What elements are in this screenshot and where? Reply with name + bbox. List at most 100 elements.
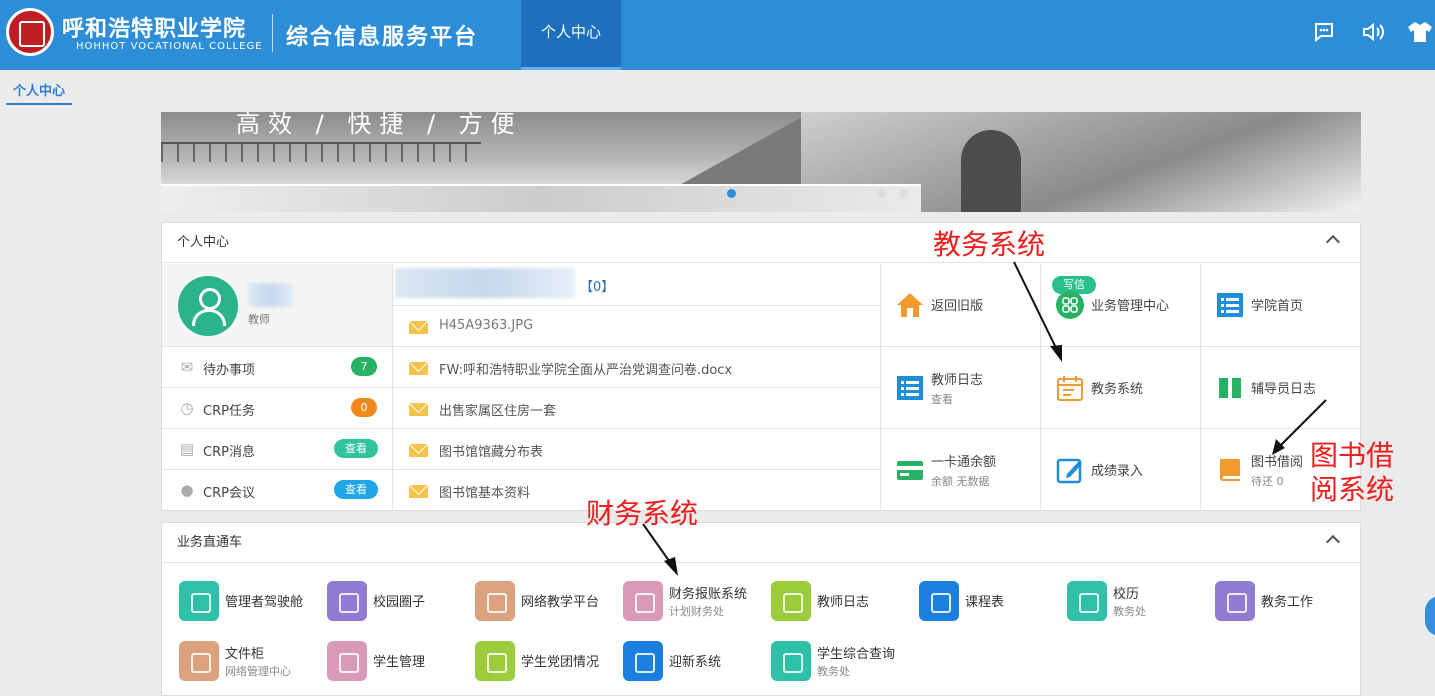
stat-row-todo[interactable]: ✉ 待办事项 7 [162, 346, 393, 387]
annotation-academic: 教务系统 [933, 228, 1046, 261]
app-title: 管理者驾驶舱 [225, 595, 304, 610]
collapse-icon[interactable] [1325, 234, 1341, 250]
house-icon [897, 293, 923, 317]
shortcut-card-balance[interactable]: 一卡通余额 余额 无数据 [880, 428, 1040, 510]
carousel-dot[interactable] [727, 189, 736, 198]
subtab-personal-center[interactable]: 个人中心 [6, 80, 72, 105]
app-campus-circle[interactable]: 校园圈子 [327, 578, 475, 624]
app-subtitle: 网络管理中心 [225, 665, 291, 678]
blurred-mailbox [395, 268, 575, 298]
app-student-party[interactable]: 学生党团情况 [475, 638, 623, 684]
mail-item[interactable]: 图书馆馆藏分布表 [393, 428, 880, 469]
platform-title: 综合信息服务平台 [286, 25, 479, 50]
shirt-icon[interactable] [1407, 20, 1433, 46]
app-online-teaching[interactable]: 网络教学平台 [475, 578, 623, 624]
app-title: 财务报账系统 [669, 587, 748, 602]
app-subtitle: 教务处 [1113, 605, 1146, 618]
shortcut-counselor-log[interactable]: 辅导员日志 [1200, 346, 1360, 428]
mail-envelope-icon [409, 362, 428, 375]
blurred-username [248, 283, 294, 307]
person-icon [771, 581, 811, 621]
stat-row-crp-message[interactable]: ▤ CRP消息 查看 [162, 428, 393, 469]
card-icon [897, 461, 923, 480]
mail-subject: 图书馆基本资料 [439, 486, 531, 501]
book-icon [1220, 459, 1240, 481]
app-manager-cockpit[interactable]: 管理者驾驶舱 [179, 578, 327, 624]
board-icon [771, 641, 811, 681]
mail-item[interactable]: 出售家属区住房一套 [393, 387, 880, 428]
float-button[interactable] [1425, 596, 1435, 636]
app-student-query[interactable]: 学生综合查询 教务处 [771, 638, 919, 684]
shortcut-subtitle: 余额 无数据 [931, 475, 990, 488]
mail-subject: 图书馆馆藏分布表 [439, 445, 544, 460]
carousel-dot[interactable] [877, 189, 886, 198]
mail-envelope-icon [409, 321, 428, 334]
mail-subject: FW:呼和浩特职业学院全面从严治党调查问卷.docx [439, 363, 733, 378]
calendar-icon [1057, 376, 1083, 401]
tab-personal-center[interactable]: 个人中心 [521, 0, 621, 70]
app-finance-reimburse[interactable]: 财务报账系统 计划财务处 [623, 578, 771, 624]
panel-title: 业务直通车 [177, 535, 243, 550]
collapse-icon[interactable] [1325, 534, 1341, 550]
banner-carousel[interactable]: 高效 / 快捷 / 方便 [161, 112, 1361, 212]
avatar[interactable] [178, 276, 238, 336]
app-title: 学生管理 [373, 655, 426, 670]
shortcut-subtitle: 待还 0 [1251, 475, 1284, 488]
app-academic-work[interactable]: 教务工作 [1215, 578, 1363, 624]
stat-row-crp-meeting[interactable]: ● CRP会议 查看 [162, 469, 393, 510]
clock-icon: ◷ [180, 399, 194, 417]
shortcut-grade-entry[interactable]: 成绩录入 [1040, 428, 1200, 510]
stat-row-crp-task[interactable]: ◷ CRP任务 0 [162, 387, 393, 428]
chat-icon[interactable] [1311, 20, 1337, 46]
mail-count: 【0】 [580, 280, 615, 295]
monitor-icon [179, 581, 219, 621]
board-icon [919, 581, 959, 621]
mail-subject: H45A9363.JPG [439, 318, 534, 333]
shortcut-return-old[interactable]: 返回旧版 [880, 264, 1040, 346]
stat-label: 待办事项 [203, 363, 256, 378]
app-title: 校历 [1113, 587, 1140, 602]
shortcut-college-home[interactable]: 学院首页 [1200, 264, 1360, 346]
view-button[interactable]: 查看 [334, 439, 378, 458]
app-teacher-log[interactable]: 教师日志 [771, 578, 919, 624]
screen-icon [475, 581, 515, 621]
app-timetable[interactable]: 课程表 [919, 578, 1067, 624]
list-icon [897, 376, 923, 400]
shortcut-teacher-log[interactable]: 教师日志 查看 [880, 346, 1040, 428]
mail-envelope-icon [409, 403, 428, 416]
speaker-icon[interactable] [1360, 20, 1386, 46]
annotation-library: 图书借阅系统 [1310, 439, 1395, 506]
calendar-icon [1067, 581, 1107, 621]
shortcut-title: 学院首页 [1251, 299, 1304, 314]
shortcut-academic-system[interactable]: 教务系统 [1040, 346, 1200, 428]
student-icon [327, 641, 367, 681]
stat-badge: 0 [351, 398, 377, 417]
mail-item[interactable]: FW:呼和浩特职业学院全面从严治党调查问卷.docx [393, 346, 880, 387]
comment-icon: ● [180, 481, 194, 499]
app-enrollment[interactable]: 迎新系统 [623, 638, 771, 684]
shortcut-business-center[interactable]: 业务管理中心 [1040, 264, 1200, 346]
money-bag-icon [623, 581, 663, 621]
app-school-calendar[interactable]: 校历 教务处 [1067, 578, 1215, 624]
edit-icon [1056, 458, 1082, 484]
stat-badge: 7 [351, 357, 377, 376]
view-button[interactable]: 查看 [334, 480, 378, 499]
app-student-management[interactable]: 学生管理 [327, 638, 475, 684]
mail-item[interactable]: H45A9363.JPG [393, 305, 880, 346]
shortcut-title: 教务系统 [1091, 382, 1144, 397]
graduation-cap-icon [623, 641, 663, 681]
carousel-dot[interactable] [899, 189, 908, 198]
shortcut-title: 业务管理中心 [1091, 299, 1170, 314]
stat-label: CRP会议 [203, 486, 255, 501]
mail-envelope-icon [409, 485, 428, 498]
mail-envelope-icon [409, 444, 428, 457]
app-title: 网络教学平台 [521, 595, 600, 610]
profile-card: 教师 [162, 264, 393, 346]
clipboard-icon: ▤ [179, 440, 195, 458]
header-divider [272, 14, 273, 52]
app-file-cabinet[interactable]: 文件柜 网络管理中心 [179, 638, 327, 684]
mail-subject: 出售家属区住房一套 [439, 404, 557, 419]
app-title: 校园圈子 [373, 595, 426, 610]
app-title: 教师日志 [817, 595, 870, 610]
shortcut-title: 返回旧版 [931, 299, 984, 314]
